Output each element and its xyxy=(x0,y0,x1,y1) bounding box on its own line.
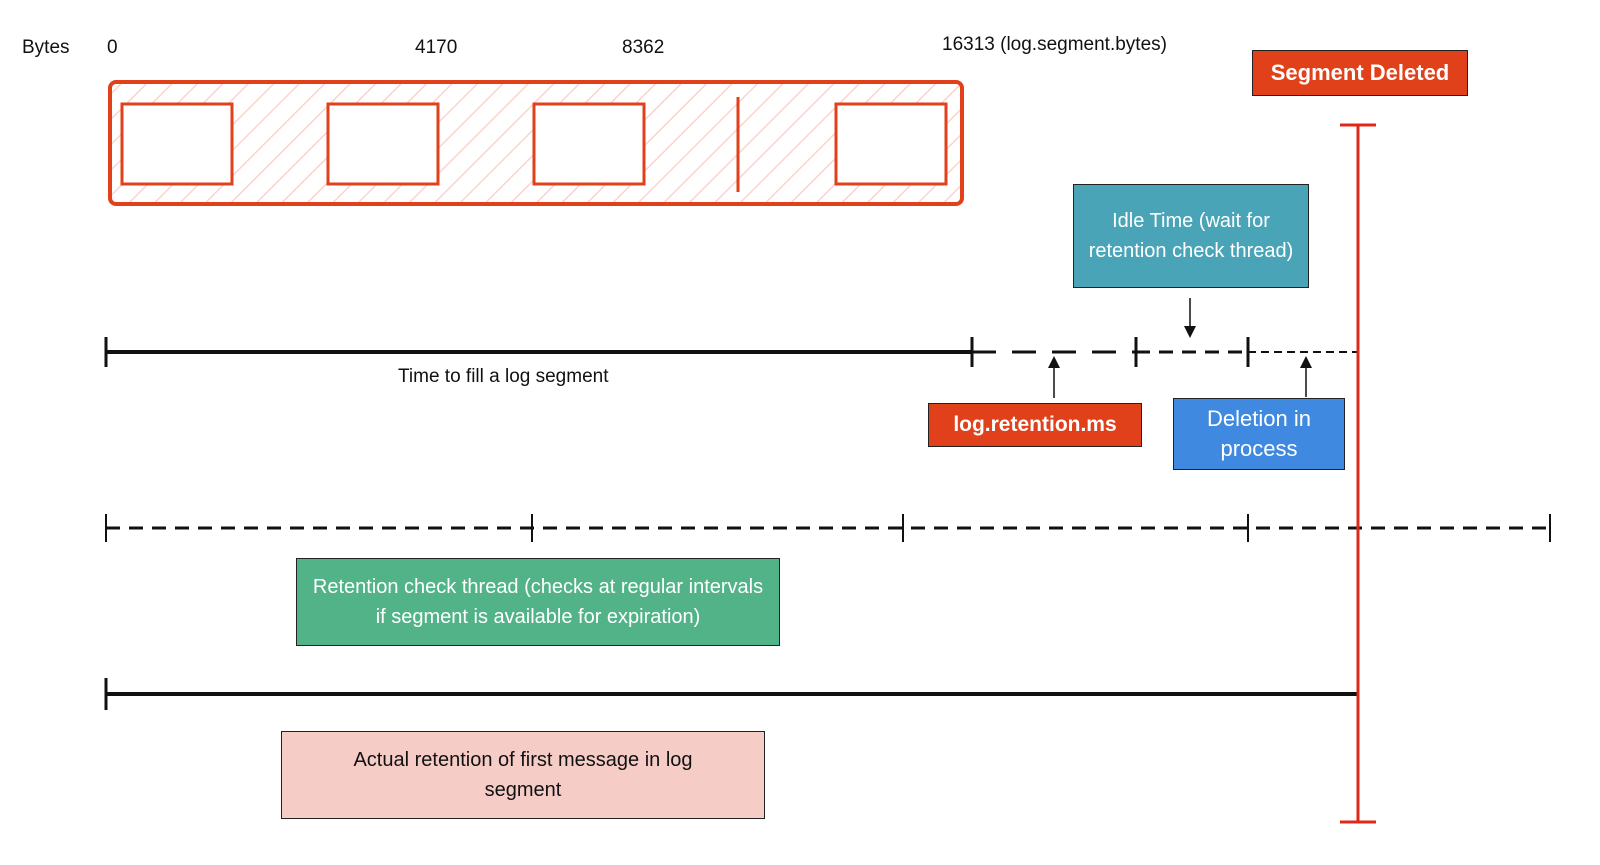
message-block xyxy=(326,102,440,186)
byte-tick-label: 4170 xyxy=(415,37,458,58)
actual-retention-timeline xyxy=(104,678,1357,710)
deletion-in-process-box: Deletion in process xyxy=(1173,398,1345,470)
retention-check-thread-text: Retention check thread (checks at regula… xyxy=(312,576,764,628)
segment-deleted-marker xyxy=(1340,123,1376,824)
byte-tick-label: 8362 xyxy=(622,37,665,58)
message-block xyxy=(532,102,646,186)
idle-time-box: Idle Time (wait for retention check thre… xyxy=(1073,184,1309,288)
time-to-fill-label: Time to fill a log segment xyxy=(398,366,609,387)
retention-check-thread-box: Retention check thread (checks at regula… xyxy=(296,558,780,646)
retention-check-timeline xyxy=(105,514,1551,542)
byte-tick-label: 0 xyxy=(107,37,118,58)
byte-tick-label: 16313 (log.segment.bytes) xyxy=(942,34,1167,55)
actual-retention-box: Actual retention of first message in log… xyxy=(281,731,765,819)
segment-lifecycle-timeline xyxy=(104,298,1357,398)
actual-retention-text: Actual retention of first message in log… xyxy=(353,749,693,801)
bytes-axis-label: Bytes xyxy=(22,37,70,58)
log-retention-ms-badge: log.retention.ms xyxy=(928,403,1142,447)
diagram-canvas xyxy=(104,80,1551,824)
idle-time-text: Idle Time (wait for retention check thre… xyxy=(1088,210,1294,262)
log-segment xyxy=(108,80,964,206)
segment-deleted-text: Segment Deleted xyxy=(1270,60,1450,85)
message-block xyxy=(834,102,948,186)
deletion-in-process-text: Deletion in process xyxy=(1207,406,1311,461)
segment-deleted-badge: Segment Deleted xyxy=(1252,50,1468,96)
message-block xyxy=(120,102,234,186)
log-retention-ms-text: log.retention.ms xyxy=(953,413,1117,436)
